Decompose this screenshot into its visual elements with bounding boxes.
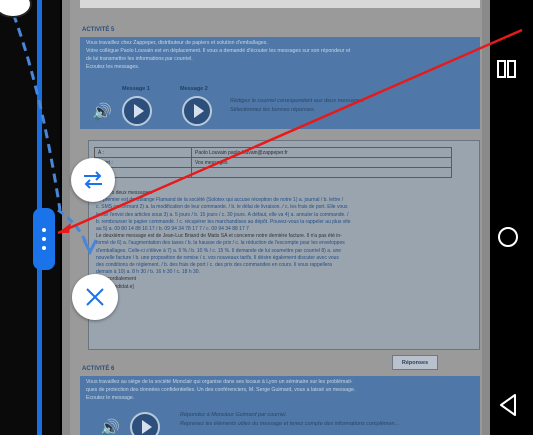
pointer-arrow-line (57, 28, 523, 235)
close-button[interactable] (72, 274, 118, 320)
top-left-avatar[interactable] (0, 0, 60, 18)
swap-button[interactable] (71, 158, 115, 202)
pointer-arrowhead-icon (58, 223, 71, 233)
close-icon (86, 288, 104, 306)
arrowhead-icon (82, 239, 98, 256)
edge-panel-handle[interactable] (33, 208, 55, 270)
dot (42, 246, 46, 250)
swap-arrows-icon (84, 171, 102, 189)
dot (42, 237, 46, 241)
gesture-overlay (6, 0, 523, 256)
screen: ACTIVITÉ 5 Vous travaillez chez Zappeper… (0, 0, 533, 435)
dashed-drag-path (6, 0, 62, 211)
three-dots-vertical-icon (42, 228, 46, 232)
